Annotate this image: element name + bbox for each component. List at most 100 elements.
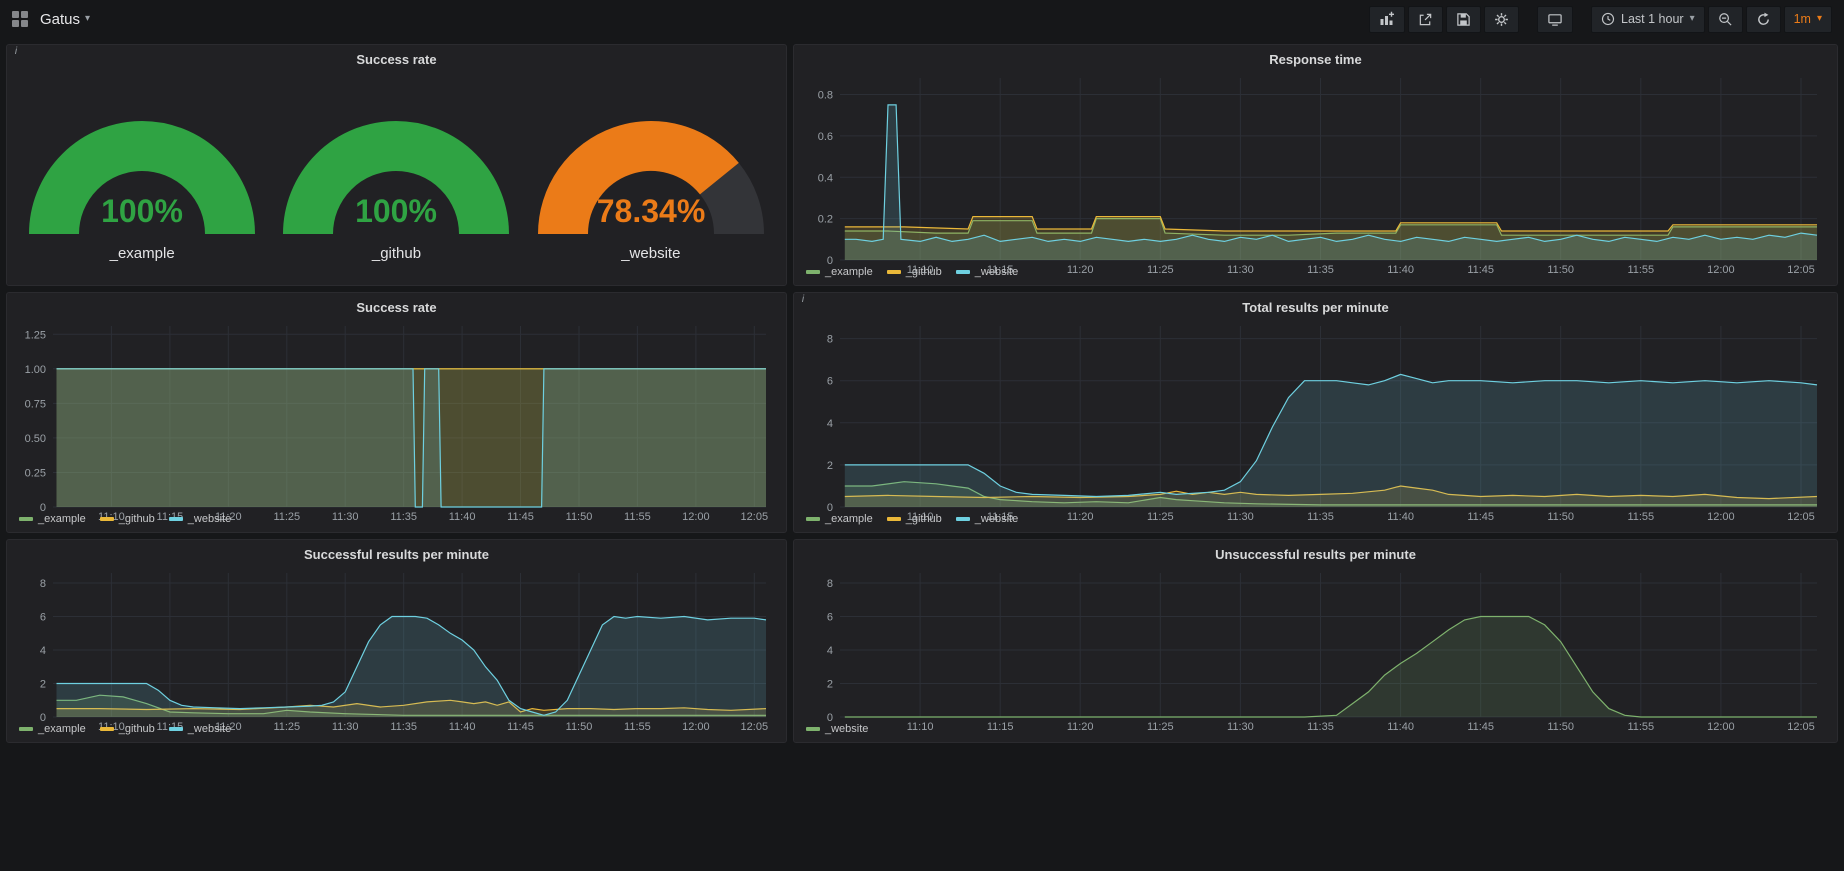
panel-unsuccessful-results: Unsuccessful results per minute 11:1011:…: [793, 539, 1838, 743]
legend-series-swatch: [956, 270, 970, 274]
navbar-left: Gatus ▾: [12, 11, 90, 28]
legend-series-swatch: [956, 517, 970, 521]
share-icon: [1418, 12, 1433, 27]
svg-text:2: 2: [827, 460, 833, 472]
gear-icon: [1494, 12, 1509, 27]
legend-item-_github[interactable]: _github: [887, 513, 942, 525]
legend-item-_example[interactable]: _example: [19, 513, 86, 525]
chart-legend: _example _github _website: [802, 512, 1829, 529]
svg-text:6: 6: [40, 612, 46, 624]
dashboard-settings-button[interactable]: [1484, 6, 1519, 33]
panel-total-results: i Total results per minute 11:1011:1511:…: [793, 292, 1838, 533]
chart-canvas[interactable]: 11:1011:1511:2011:2511:3011:3511:4011:45…: [802, 70, 1829, 277]
panel-successful-results: Successful results per minute 11:1011:15…: [6, 539, 787, 743]
chart-legend: _example _github _website: [15, 512, 778, 529]
caret-down-icon: ▾: [1817, 14, 1822, 24]
legend-item-_website[interactable]: _website: [169, 723, 231, 735]
gauge-label: _example: [110, 245, 175, 262]
svg-text:1.00: 1.00: [25, 364, 46, 376]
legend-item-_website[interactable]: _website: [169, 513, 231, 525]
legend-series-swatch: [887, 517, 901, 521]
svg-text:2: 2: [40, 679, 46, 691]
chart-canvas[interactable]: 11:1011:1511:2011:2511:3011:3511:4011:45…: [15, 565, 778, 734]
dashboard-title-dropdown[interactable]: Gatus ▾: [40, 11, 90, 28]
gauge-arc: 100%: [270, 90, 522, 242]
chart-canvas[interactable]: 11:1011:1511:2011:2511:3011:3511:4011:45…: [802, 565, 1829, 734]
add-panel-button[interactable]: [1369, 6, 1405, 33]
panel-title-success-rate-graph[interactable]: Success rate: [15, 293, 778, 318]
svg-text:4: 4: [827, 645, 833, 657]
gauge-value: 78.34%: [597, 193, 706, 229]
legend-item-_github[interactable]: _github: [100, 513, 155, 525]
chart-total-results[interactable]: 11:1011:1511:2011:2511:3011:3511:4011:45…: [802, 318, 1829, 512]
zoom-out-icon: [1718, 12, 1733, 27]
svg-text:8: 8: [827, 334, 833, 346]
add-panel-icon: [1379, 11, 1395, 27]
refresh-interval-dropdown[interactable]: 1m ▾: [1784, 6, 1832, 33]
navbar: Gatus ▾: [0, 0, 1844, 38]
caret-down-icon: ▾: [85, 14, 90, 24]
dashboard-title: Gatus: [40, 11, 80, 28]
legend-series-swatch: [19, 517, 33, 521]
legend-item-_website[interactable]: _website: [806, 723, 868, 735]
svg-text:0.2: 0.2: [818, 214, 833, 226]
svg-text:4: 4: [40, 645, 46, 657]
gauge-value: 100%: [101, 193, 183, 229]
svg-text:0.8: 0.8: [818, 90, 833, 102]
legend-series-swatch: [169, 517, 183, 521]
gauge-_website: 78.34%_website: [525, 90, 777, 262]
legend-item-_github[interactable]: _github: [887, 266, 942, 278]
svg-text:4: 4: [827, 418, 833, 430]
panel-title-unsuccessful-results[interactable]: Unsuccessful results per minute: [802, 540, 1829, 565]
dashboard-grid: i Success rate 100%_example100%_github78…: [0, 38, 1844, 749]
refresh-button[interactable]: [1746, 6, 1781, 33]
panel-info-icon[interactable]: i: [10, 46, 22, 58]
svg-text:6: 6: [827, 612, 833, 624]
legend-series-swatch: [100, 727, 114, 731]
gauge-value: 100%: [356, 193, 438, 229]
chart-unsuccessful-results[interactable]: 11:1011:1511:2011:2511:3011:3511:4011:45…: [802, 565, 1829, 722]
gauge-_example: 100% _example: [16, 90, 268, 262]
svg-text:2: 2: [827, 679, 833, 691]
panel-title-response-time[interactable]: Response time: [802, 45, 1829, 70]
grafana-menu-icon[interactable]: [12, 11, 28, 27]
tv-icon: [1547, 12, 1563, 27]
caret-down-icon: ▾: [1690, 14, 1695, 24]
panel-title-total-results[interactable]: Total results per minute: [802, 293, 1829, 318]
chart-legend: _example _github _website: [802, 265, 1829, 282]
legend-item-_website[interactable]: _website: [956, 513, 1018, 525]
cycle-view-mode-button[interactable]: [1537, 6, 1573, 33]
svg-text:0.25: 0.25: [25, 468, 46, 480]
svg-text:0.6: 0.6: [818, 131, 833, 143]
legend-series-swatch: [19, 727, 33, 731]
chart-success-rate[interactable]: 11:1011:1511:2011:2511:3011:3511:4011:45…: [15, 318, 778, 512]
navbar-actions: Last 1 hour ▾ 1m ▾: [1369, 6, 1832, 33]
chart-canvas[interactable]: 11:1011:1511:2011:2511:3011:3511:4011:45…: [802, 318, 1829, 524]
svg-text:0.75: 0.75: [25, 398, 46, 410]
svg-text:8: 8: [827, 578, 833, 590]
panel-title-success-rate-gauges[interactable]: Success rate: [15, 45, 778, 70]
legend-item-_github[interactable]: _github: [100, 723, 155, 735]
gauge-arc: 78.34%: [525, 90, 777, 242]
legend-series-swatch: [806, 727, 820, 731]
save-dashboard-button[interactable]: [1446, 6, 1481, 33]
svg-text:6: 6: [827, 376, 833, 388]
time-range-picker[interactable]: Last 1 hour ▾: [1591, 6, 1705, 33]
panel-title-successful-results[interactable]: Successful results per minute: [15, 540, 778, 565]
time-range-label: Last 1 hour: [1621, 12, 1684, 26]
chart-canvas[interactable]: 11:1011:1511:2011:2511:3011:3511:4011:45…: [15, 318, 778, 524]
svg-text:1.25: 1.25: [25, 329, 46, 341]
gauge-_github: 100%_github: [270, 90, 522, 262]
panel-info-icon[interactable]: i: [797, 294, 809, 306]
chart-response-time[interactable]: 11:1011:1511:2011:2511:3011:3511:4011:45…: [802, 70, 1829, 265]
legend-item-_example[interactable]: _example: [19, 723, 86, 735]
svg-text:8: 8: [40, 578, 46, 590]
share-dashboard-button[interactable]: [1408, 6, 1443, 33]
clock-icon: [1601, 12, 1615, 26]
chart-legend: _website: [802, 722, 1829, 739]
legend-item-_example[interactable]: _example: [806, 513, 873, 525]
legend-item-_example[interactable]: _example: [806, 266, 873, 278]
zoom-out-button[interactable]: [1708, 6, 1743, 33]
chart-successful-results[interactable]: 11:1011:1511:2011:2511:3011:3511:4011:45…: [15, 565, 778, 722]
legend-item-_website[interactable]: _website: [956, 266, 1018, 278]
